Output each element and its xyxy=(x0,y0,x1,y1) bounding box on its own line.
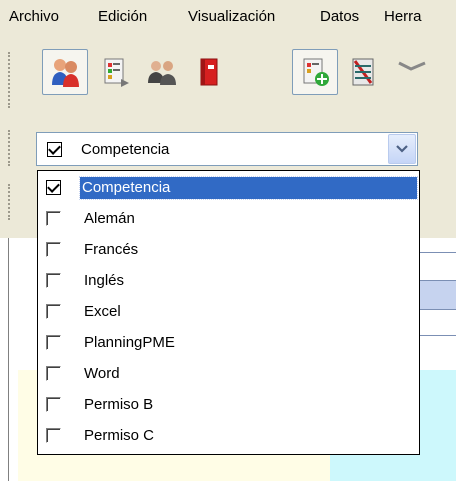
menu-archivo[interactable]: Archivo xyxy=(9,7,59,27)
list-item-permiso-c[interactable]: Permiso C xyxy=(38,421,419,452)
users-button[interactable] xyxy=(42,49,88,95)
checkbox-icon[interactable] xyxy=(46,335,61,350)
list-item-label: Permiso C xyxy=(84,427,155,444)
binder-button[interactable] xyxy=(186,50,230,94)
list-item-label: Francés xyxy=(84,241,139,258)
binder-icon xyxy=(200,58,218,86)
menu-datos[interactable]: Datos xyxy=(320,7,359,27)
link-icon xyxy=(398,61,426,71)
checkbox-icon[interactable] xyxy=(46,366,61,381)
checkbox-icon[interactable] xyxy=(46,428,61,443)
list-item-excel[interactable]: Excel xyxy=(38,297,419,328)
report-button[interactable] xyxy=(92,50,136,94)
list-item-word[interactable]: Word xyxy=(38,359,419,390)
list-item-label: Competencia xyxy=(79,176,418,200)
link-button[interactable] xyxy=(390,50,434,94)
list-item-permiso-b[interactable]: Permiso B xyxy=(38,390,419,421)
list-item-planningpme[interactable]: PlanningPME xyxy=(38,328,419,359)
list-item-label: Alemán xyxy=(84,210,135,227)
table-button[interactable] xyxy=(342,50,386,94)
list-item-label: PlanningPME xyxy=(84,334,175,351)
list-item-aleman[interactable]: Alemán xyxy=(38,204,419,235)
list-item-frances[interactable]: Francés xyxy=(38,235,419,266)
menu-visualizacion[interactable]: Visualización xyxy=(188,7,275,27)
dropdown-arrow-button[interactable] xyxy=(388,134,416,164)
filter-dropdown-list: Competencia Alemán Francés Inglés Excel … xyxy=(37,170,420,455)
checkbox-icon[interactable] xyxy=(46,180,61,195)
list-item-ingles[interactable]: Inglés xyxy=(38,266,419,297)
filter-toolbar-grip[interactable] xyxy=(8,130,14,166)
menu-bar: Archivo Edición Visualización Datos Herr… xyxy=(0,0,456,34)
table-icon xyxy=(352,58,374,86)
list-item-label: Word xyxy=(84,365,120,382)
users-icon xyxy=(52,59,79,87)
grid-border xyxy=(8,238,9,481)
checkbox-icon[interactable] xyxy=(46,273,61,288)
list-item-label: Permiso B xyxy=(84,396,154,413)
list-item-competencia[interactable]: Competencia xyxy=(38,173,419,204)
checkbox-icon[interactable] xyxy=(46,211,61,226)
group-icon xyxy=(148,61,176,85)
list-item-label: Inglés xyxy=(84,272,125,289)
checkbox-icon[interactable] xyxy=(46,304,61,319)
filter-checkbox-icon xyxy=(47,142,62,157)
checkbox-icon[interactable] xyxy=(46,242,61,257)
list-item-label: Excel xyxy=(84,303,121,320)
checkbox-icon[interactable] xyxy=(46,397,61,412)
group-button[interactable] xyxy=(140,50,184,94)
chevron-down-icon xyxy=(396,145,408,153)
menu-herramientas[interactable]: Herra xyxy=(384,7,422,27)
add-report-button[interactable] xyxy=(292,49,338,95)
menu-edicion[interactable]: Edición xyxy=(98,7,147,27)
add-report-icon xyxy=(303,58,329,86)
report-icon xyxy=(104,58,129,87)
filter-combobox[interactable]: Competencia xyxy=(36,132,418,166)
filter-combobox-value: Competencia xyxy=(81,141,170,158)
